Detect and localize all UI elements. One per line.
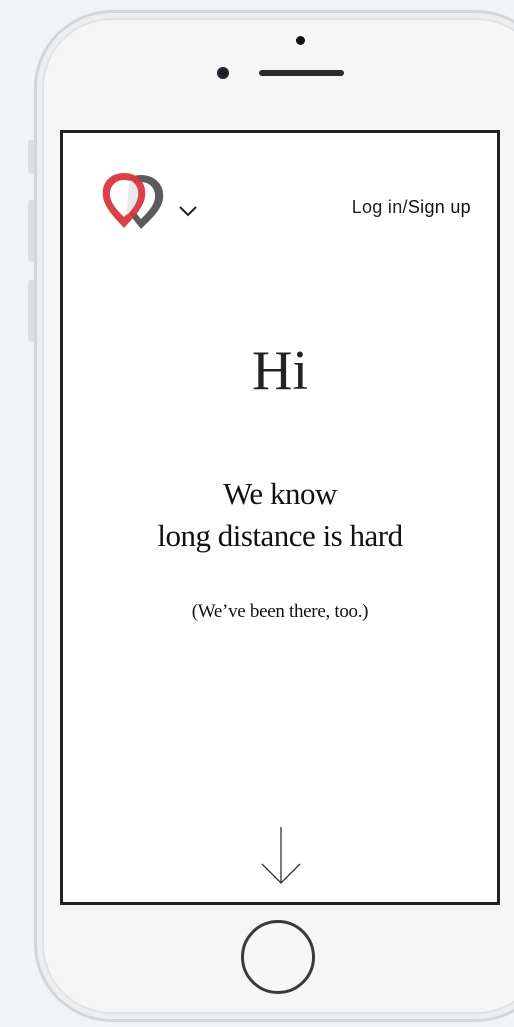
chevron-down-icon[interactable] [176,203,200,219]
headline: We know long distance is hard [63,473,497,557]
heart-location-pins-logo[interactable] [97,169,167,233]
login-link[interactable]: Log in [352,197,403,217]
signup-link[interactable]: Sign up [408,197,471,217]
proximity-sensor [296,36,305,45]
greeting-heading: Hi [252,340,308,402]
front-camera [217,67,229,79]
phone-screen: Log in/Sign up Hi We know long distance … [60,130,500,905]
earpiece-speaker [259,70,344,76]
headline-line-1: We know [223,476,337,511]
subline: (We’ve been there, too.) [191,601,369,622]
home-button[interactable] [241,920,315,994]
arrow-down-icon[interactable] [259,825,303,887]
auth-links: Log in/Sign up [352,197,471,218]
headline-line-2: long distance is hard [157,518,403,553]
page: Log in/Sign up Hi We know long distance … [0,0,514,1027]
